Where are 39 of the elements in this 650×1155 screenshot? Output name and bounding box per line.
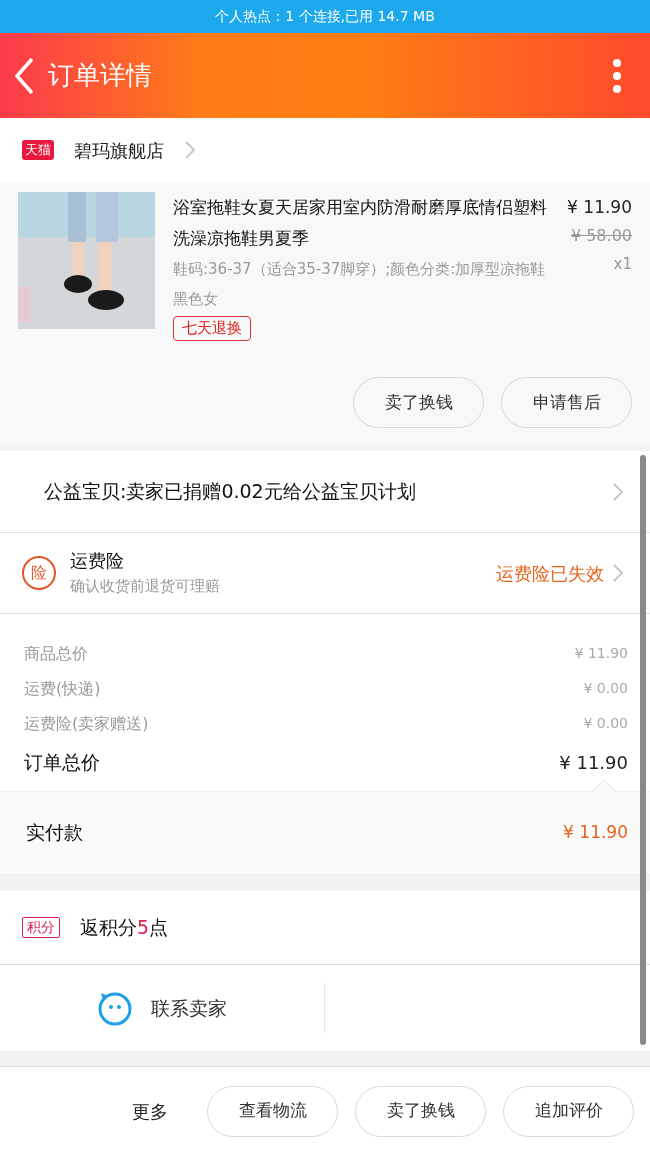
price-value: ¥ 11.90 bbox=[559, 750, 628, 775]
price-value: ¥ 0.00 bbox=[583, 714, 628, 733]
more-link[interactable]: 更多 bbox=[132, 1097, 168, 1125]
quantity: x1 bbox=[613, 254, 632, 275]
action-button[interactable]: 申请售后 bbox=[501, 377, 632, 428]
chat-face-icon bbox=[97, 990, 133, 1026]
chevron-right-icon bbox=[612, 481, 624, 502]
paid-value: ¥ 11.90 bbox=[563, 820, 628, 844]
points-text: 返积分5点 bbox=[80, 915, 169, 941]
price-label: 订单总价 bbox=[24, 749, 100, 775]
action-button[interactable]: 卖了换钱 bbox=[353, 377, 484, 428]
chevron-right-icon bbox=[612, 563, 624, 583]
return-tag: 七天退换 bbox=[173, 316, 251, 341]
charity-text: 公益宝贝:卖家已捐赠0.02元给公益宝贝计划 bbox=[44, 479, 417, 505]
price-label: 运费(快递) bbox=[24, 677, 101, 700]
store-name[interactable]: 碧玛旗舰店 bbox=[74, 136, 164, 164]
price-value: ¥ 0.00 bbox=[583, 679, 628, 698]
insurance-status: 运费险已失效 bbox=[496, 561, 604, 586]
paid-label: 实付款 bbox=[26, 820, 83, 846]
original-price: ¥ 58.00 bbox=[570, 225, 632, 247]
product-sku: 鞋码:36-37（适合35-37脚穿）;颜色分类:加厚型凉拖鞋黑色女 bbox=[173, 259, 547, 310]
points-badge: 积分 bbox=[22, 917, 60, 938]
chevron-right-icon bbox=[184, 140, 196, 160]
insurance-title: 运费险 bbox=[70, 549, 124, 573]
price-label: 商品总价 bbox=[24, 642, 88, 665]
store-badge: 天猫 bbox=[22, 140, 54, 160]
order-action-button[interactable]: 追加评价 bbox=[503, 1085, 634, 1137]
price-label: 运费险(卖家赠送) bbox=[24, 712, 149, 735]
back-icon[interactable] bbox=[12, 55, 36, 96]
product-title: 浴室拖鞋女夏天居家用室内防滑耐磨厚底情侣塑料洗澡凉拖鞋男夏季 bbox=[173, 196, 548, 250]
order-action-button[interactable]: 卖了换钱 bbox=[355, 1085, 486, 1137]
insurance-icon: 险 bbox=[22, 556, 56, 590]
price-value: ¥ 11.90 bbox=[574, 644, 628, 663]
insurance-subtitle: 确认收货前退货可理赔 bbox=[70, 576, 220, 597]
order-action-button[interactable]: 查看物流 bbox=[207, 1085, 338, 1137]
product-price: ¥ 11.90 bbox=[567, 196, 632, 219]
more-icon[interactable] bbox=[612, 57, 622, 94]
page-title: 订单详情 bbox=[48, 59, 152, 92]
status-text: 个人热点：1 个连接,已用 14.7 MB bbox=[215, 7, 435, 26]
